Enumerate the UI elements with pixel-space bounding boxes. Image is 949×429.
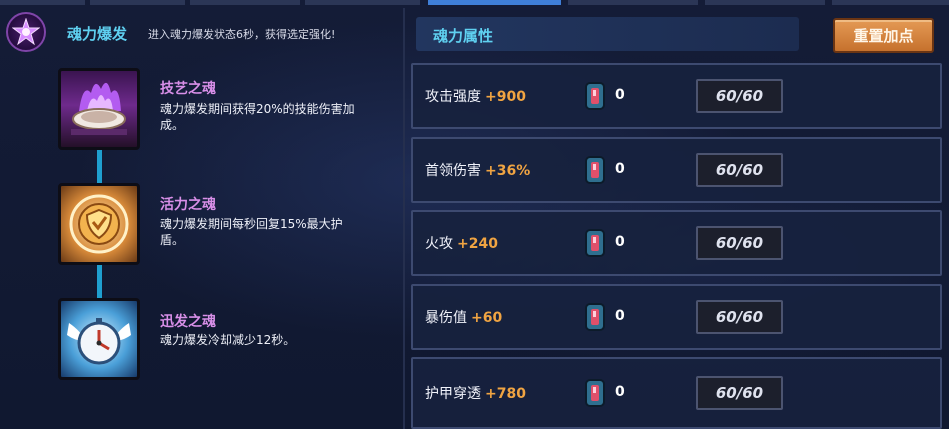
- attribute-name: 火攻: [425, 236, 453, 252]
- soul-gem-icon: [585, 379, 605, 407]
- attribute-row: 护甲穿透 +780 0 60/60: [411, 357, 942, 429]
- attribute-row: 首领伤害 +36% 0 60/60: [411, 137, 942, 203]
- reset-points-button[interactable]: 重置加点: [833, 18, 934, 53]
- attribute-label: 暴伤值 +60: [425, 307, 502, 327]
- soul-gem-icon: [585, 303, 605, 331]
- gem-count: 0: [615, 384, 625, 401]
- attribute-level[interactable]: 60/60: [696, 153, 783, 187]
- skill-description: 魂力爆发期间获得20%的技能伤害加成。: [160, 102, 355, 132]
- attribute-level[interactable]: 60/60: [696, 226, 783, 260]
- top-tab[interactable]: [568, 0, 698, 5]
- attribute-level[interactable]: 60/60: [696, 300, 783, 334]
- top-tab[interactable]: [705, 0, 825, 5]
- top-tab[interactable]: [305, 0, 420, 5]
- burst-header: 魂力爆发 进入魂力爆发状态6秒，获得选定强化!: [0, 10, 400, 54]
- attribute-bonus: +60: [471, 310, 503, 326]
- gem-count: 0: [615, 87, 625, 104]
- gem-count: 0: [615, 161, 625, 178]
- top-tab-strip: [0, 0, 949, 5]
- attribute-label: 火攻 +240: [425, 233, 498, 253]
- attribute-row: 暴伤值 +60 0 60/60: [411, 284, 942, 350]
- attribute-label: 首领伤害 +36%: [425, 160, 530, 180]
- attributes-title: 魂力属性: [433, 27, 494, 45]
- burst-description: 进入魂力爆发状态6秒，获得选定强化!: [148, 28, 336, 41]
- attribute-row: 火攻 +240 0 60/60: [411, 210, 942, 276]
- top-tab[interactable]: [190, 0, 300, 5]
- attribute-bonus: +36%: [485, 163, 531, 179]
- skill-name: 迅发之魂: [160, 314, 216, 330]
- gem-count: 0: [615, 308, 625, 325]
- attribute-bonus: +240: [457, 236, 498, 252]
- attribute-label: 攻击强度 +900: [425, 86, 526, 106]
- skill-connector: [97, 263, 102, 301]
- top-tab[interactable]: [0, 0, 85, 5]
- panel-divider: [403, 8, 405, 429]
- winged-clock-icon[interactable]: [58, 298, 140, 380]
- purple-star-emblem-icon: [6, 12, 46, 52]
- attribute-bonus: +900: [485, 89, 526, 105]
- skill-name: 活力之魂: [160, 197, 216, 213]
- attribute-name: 首领伤害: [425, 163, 481, 179]
- attribute-level[interactable]: 60/60: [696, 376, 783, 410]
- attribute-name: 护甲穿透: [425, 386, 481, 402]
- attributes-header: 魂力属性: [416, 17, 799, 51]
- soul-gem-icon: [585, 156, 605, 184]
- top-tab[interactable]: [90, 0, 185, 5]
- attribute-row: 攻击强度 +900 0 60/60: [411, 63, 942, 129]
- soul-gem-icon: [585, 82, 605, 110]
- soul-gem-icon: [585, 229, 605, 257]
- golden-shield-orb-icon[interactable]: [58, 183, 140, 265]
- top-tab[interactable]: [832, 0, 949, 5]
- skill-description: 魂力爆发期间每秒回复15%最大护盾。: [160, 217, 343, 247]
- gem-count: 0: [615, 234, 625, 251]
- top-tab-active[interactable]: [428, 0, 561, 5]
- purple-flame-bowl-icon[interactable]: [58, 68, 140, 150]
- attribute-level[interactable]: 60/60: [696, 79, 783, 113]
- skill-name: 技艺之魂: [160, 81, 216, 97]
- attribute-label: 护甲穿透 +780: [425, 383, 526, 403]
- burst-title: 魂力爆发: [67, 25, 128, 43]
- skill-description: 魂力爆发冷却减少12秒。: [160, 333, 296, 347]
- attribute-name: 暴伤值: [425, 310, 467, 326]
- attribute-name: 攻击强度: [425, 89, 481, 105]
- attribute-bonus: +780: [485, 386, 526, 402]
- skill-connector: [97, 148, 102, 186]
